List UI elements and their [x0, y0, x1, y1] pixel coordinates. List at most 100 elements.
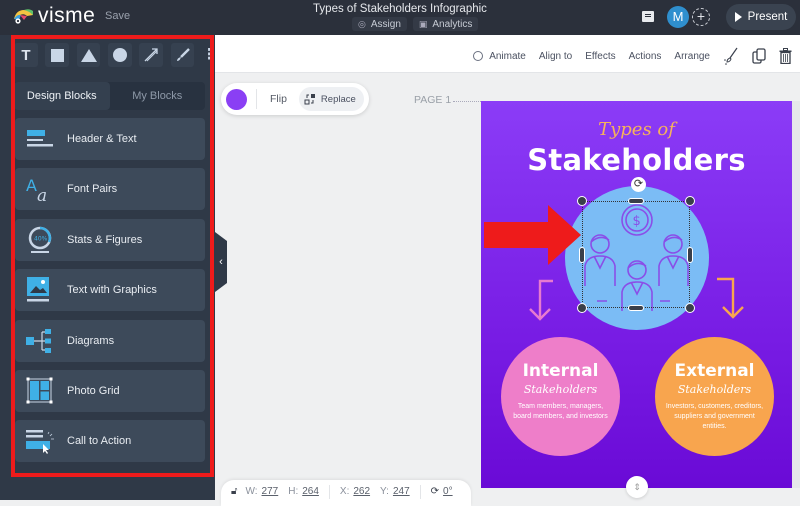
external-description: Investors, customers, creditors, supplie…: [665, 403, 764, 430]
color-picker-swatch[interactable]: [226, 88, 247, 110]
block-photo-grid[interactable]: Photo Grid: [15, 369, 205, 412]
height-label: H:: [288, 486, 299, 497]
chameleon-logo-icon: [14, 9, 33, 24]
shape-toolbar: T ⋮: [14, 40, 217, 70]
resize-handle-bottom-left[interactable]: [577, 303, 587, 313]
tab-my-blocks[interactable]: My Blocks: [110, 82, 206, 110]
rectangle-tool[interactable]: [45, 43, 70, 67]
animate-label: Animate: [489, 50, 526, 62]
svg-text:a: a: [37, 186, 47, 204]
internal-description: Team members, managers, board members, a…: [513, 403, 608, 420]
assign-button[interactable]: ◎ Assign: [352, 17, 407, 31]
rotate-handle-icon[interactable]: ⟳: [631, 177, 646, 192]
resize-handle-bottom[interactable]: [628, 305, 644, 311]
effects-button[interactable]: Effects: [585, 51, 615, 62]
font-pairs-icon: Aa: [26, 176, 47, 204]
tab-design-blocks[interactable]: Design Blocks: [14, 82, 110, 110]
block-call-to-action[interactable]: Call to Action: [15, 420, 205, 463]
resize-handle-right[interactable]: [687, 247, 693, 263]
divider: [328, 485, 330, 499]
block-label: Header & Text: [67, 133, 137, 145]
circle-tool[interactable]: [107, 43, 132, 67]
align-to-button[interactable]: Align to: [539, 51, 572, 62]
poster-title[interactable]: Stakeholders: [481, 143, 792, 177]
resize-handle-top[interactable]: [628, 198, 644, 204]
format-painter-icon[interactable]: [723, 47, 739, 65]
width-label: W:: [245, 486, 258, 497]
actions-button[interactable]: Actions: [629, 51, 662, 62]
duplicate-icon[interactable]: [752, 48, 766, 64]
page-resize-handle-icon[interactable]: ⇕: [626, 476, 648, 498]
design-blocks-list: Header & Text Aa Font Pairs 40% Stats & …: [15, 118, 205, 471]
comment-icon[interactable]: [642, 11, 654, 22]
external-stakeholders-circle[interactable]: External Stakeholders Investors, custome…: [655, 337, 774, 456]
poster-subtitle[interactable]: Types of: [481, 119, 792, 140]
resize-handle-bottom-right[interactable]: [685, 303, 695, 313]
block-label: Diagrams: [67, 334, 115, 347]
text-tool[interactable]: T: [14, 43, 38, 67]
action-bar: Animate Align to Effects Actions Arrange: [215, 35, 800, 73]
save-button[interactable]: Save: [105, 10, 130, 22]
text-tool-icon: T: [21, 46, 31, 64]
brush-tool[interactable]: [170, 43, 195, 67]
animate-icon: [473, 51, 484, 61]
replace-icon: [304, 94, 315, 105]
y-value[interactable]: 247: [393, 486, 410, 497]
collapse-sidebar-button[interactable]: ‹: [215, 232, 227, 292]
arrow-down-left-icon: [529, 279, 553, 321]
external-subtitle: Stakeholders: [677, 383, 752, 396]
arrange-button[interactable]: Arrange: [674, 51, 710, 62]
replace-label: Replace: [320, 93, 356, 105]
block-label: Text with Graphics: [67, 284, 157, 297]
add-collaborator-button[interactable]: +: [692, 8, 710, 26]
arrow-down-right-icon: [717, 277, 744, 319]
brush-icon: [176, 48, 190, 61]
assign-icon: ◎: [358, 18, 366, 29]
divider: [419, 485, 421, 499]
present-button[interactable]: Present: [726, 4, 796, 30]
animate-button[interactable]: Animate: [473, 51, 526, 62]
present-label: Present: [747, 11, 788, 23]
vertical-scrollbar[interactable]: [792, 101, 800, 488]
block-stats-figures[interactable]: 40% Stats & Figures: [15, 218, 205, 261]
more-tools-icon[interactable]: ⋮: [202, 47, 217, 62]
chevron-left-icon: ‹: [219, 256, 223, 268]
internal-stakeholders-circle[interactable]: Internal Stakeholders Team members, mana…: [501, 337, 620, 456]
visme-logo[interactable]: visme: [12, 4, 96, 27]
delete-icon[interactable]: [779, 48, 792, 64]
internal-title: Internal: [522, 361, 599, 381]
flip-button[interactable]: Flip: [270, 93, 287, 105]
diagrams-icon: [26, 328, 51, 353]
block-diagrams[interactable]: Diagrams: [15, 319, 205, 362]
user-avatar[interactable]: M: [667, 6, 689, 28]
block-label: Stats & Figures: [67, 233, 143, 246]
rotation-value[interactable]: 0°: [443, 486, 453, 497]
block-header-text[interactable]: Header & Text: [15, 118, 205, 160]
circle-icon: [112, 48, 127, 62]
internal-subtitle: Stakeholders: [523, 383, 598, 396]
rotate-icon: ⟳: [430, 486, 440, 497]
replace-button[interactable]: Replace: [298, 87, 364, 111]
square-icon: [50, 48, 64, 62]
height-value[interactable]: 264: [302, 486, 319, 497]
triangle-tool[interactable]: [76, 43, 101, 67]
arrow-line-icon: [144, 48, 158, 62]
brand-name: visme: [38, 4, 96, 27]
svg-text:40%: 40%: [34, 235, 48, 242]
dimensions-bar: 🔓︎ W: 277 H: 264 X: 262 Y: 247 ⟳ 0°: [221, 480, 471, 506]
x-value[interactable]: 262: [353, 486, 370, 497]
divider: [256, 89, 257, 109]
play-icon: [734, 12, 742, 22]
header-text-icon: [27, 130, 53, 147]
analytics-button[interactable]: ▣ Analytics: [412, 17, 479, 31]
block-text-graphics[interactable]: Text with Graphics: [15, 269, 205, 312]
line-tool[interactable]: [139, 43, 164, 67]
unlock-icon[interactable]: 🔓︎: [231, 486, 237, 497]
analytics-icon: ▣: [418, 18, 428, 29]
triangle-icon: [80, 48, 97, 62]
width-value[interactable]: 277: [262, 486, 279, 497]
block-font-pairs[interactable]: Aa Font Pairs: [15, 168, 205, 211]
block-label: Font Pairs: [67, 183, 118, 196]
resize-handle-top-right[interactable]: [685, 196, 695, 206]
external-title: External: [674, 361, 755, 381]
